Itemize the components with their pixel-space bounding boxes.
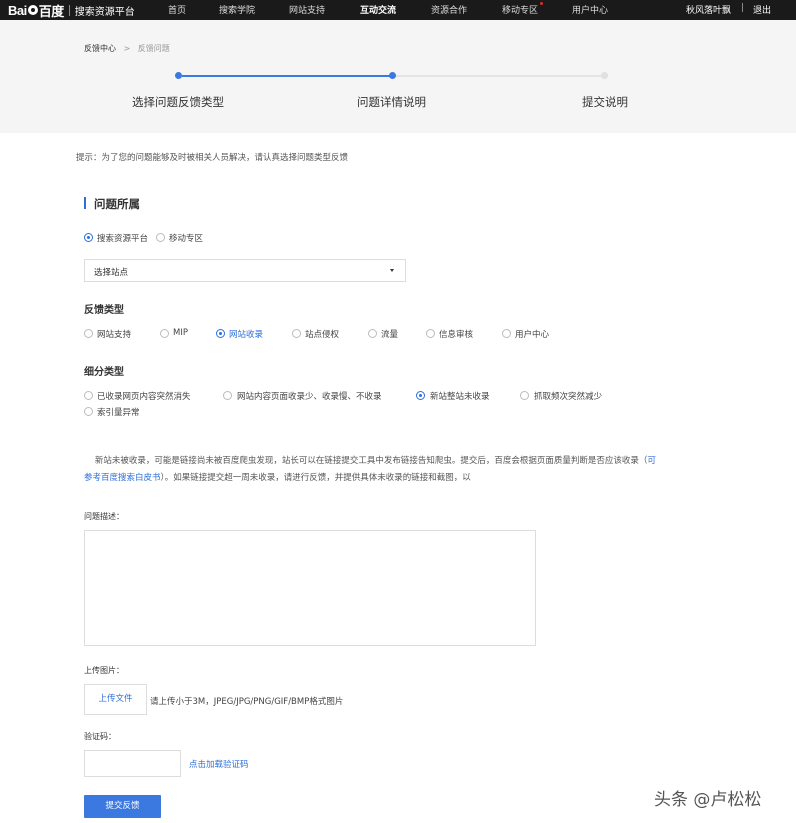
radio-feedback-traffic[interactable] <box>368 329 377 338</box>
step-2-label: 问题详情说明 <box>357 95 426 109</box>
paw-icon <box>27 5 38 15</box>
step-3-label: 提交说明 <box>582 95 628 109</box>
tip-text: 提示：为了您的问题能够及时被相关人员解决，请认真选择问题类型反馈 <box>76 153 349 163</box>
nav-item-resources[interactable]: 资源合作 <box>431 3 467 16</box>
top-nav: Bai 百度 搜索资源平台 首页 搜索学院 网站支持 互动交流 资源合作 移动专… <box>0 0 796 20</box>
radio-subtype-new-site-label[interactable]: 新站整站未收录 <box>430 390 490 402</box>
logout-link[interactable]: 退出 <box>753 3 771 16</box>
captcha-input[interactable] <box>84 750 181 777</box>
help-text-2: ）。如果链接提交超一周未收录，请进行反馈，并提供具体未收录的链接和截图，以 <box>160 473 471 483</box>
watermark: 头条 @卢松松 <box>654 790 762 810</box>
section-marker <box>84 197 86 209</box>
radio-subtype-slow-indexing[interactable] <box>223 391 232 400</box>
radio-subtype-crawl-drop-label[interactable]: 抓取频次突然减少 <box>534 390 602 402</box>
radio-feedback-infringement[interactable] <box>292 329 301 338</box>
load-captcha-link[interactable]: 点击加载验证码 <box>189 758 249 770</box>
nav-item-user-center[interactable]: 用户中心 <box>572 3 608 16</box>
site-select[interactable]: 选择站点 <box>84 259 406 282</box>
section-title: 问题所属 <box>94 197 140 211</box>
breadcrumb-home[interactable]: 反馈中心 <box>84 44 116 53</box>
submit-feedback-button[interactable]: 提交反馈 <box>84 795 161 818</box>
step-2-dot <box>389 72 396 79</box>
radio-feedback-infringement-label[interactable]: 站点侵权 <box>305 328 339 340</box>
upload-file-button[interactable]: 上传文件 <box>84 684 147 715</box>
help-text-1: 新站未被收录，可能是链接尚未被百度爬虫发现，站长可以在链接提交工具中发布链接告知… <box>94 456 648 466</box>
radio-feedback-indexing[interactable] <box>216 329 225 338</box>
step-1-dot <box>175 72 182 79</box>
breadcrumb: 反馈中心 > 反馈问题 <box>84 43 170 54</box>
radio-feedback-review-label[interactable]: 信息审核 <box>439 328 473 340</box>
radio-feedback-site-support-label[interactable]: 网站支持 <box>97 328 131 340</box>
baidu-logo[interactable]: Bai 百度 搜索资源平台 <box>8 2 135 19</box>
radio-subtype-index-abnormal[interactable] <box>84 407 93 416</box>
radio-subtype-slow-indexing-label[interactable]: 网站内容页面收录少、收录慢、不收录 <box>237 390 382 402</box>
step-progress-remaining <box>395 75 605 77</box>
breadcrumb-current: 反馈问题 <box>137 44 170 53</box>
nav-item-mobile[interactable]: 移动专区 <box>502 3 538 16</box>
logo-divider <box>68 4 70 16</box>
whitepaper-link-part-1[interactable]: 可 <box>647 456 656 466</box>
nav-separator: | <box>741 3 745 13</box>
logo-mark: Bai <box>8 2 27 18</box>
step-progress-done <box>182 75 392 77</box>
radio-feedback-mip-label[interactable]: MIP <box>173 328 188 338</box>
radio-feedback-indexing-label[interactable]: 网站收录 <box>229 328 263 340</box>
logo-mark-cn: 百度 <box>38 3 65 19</box>
radio-feedback-site-support[interactable] <box>84 329 93 338</box>
radio-feedback-user-center[interactable] <box>502 329 511 338</box>
radio-feedback-user-center-label[interactable]: 用户中心 <box>515 328 549 340</box>
step-3-dot <box>601 72 608 79</box>
captcha-label: 验证码： <box>84 732 116 741</box>
problem-description-label: 问题描述： <box>84 512 124 521</box>
caret-down-icon <box>390 269 394 272</box>
radio-subtype-content-lost[interactable] <box>84 391 93 400</box>
nav-item-home[interactable]: 首页 <box>168 3 186 16</box>
radio-subtype-new-site[interactable] <box>416 391 425 400</box>
radio-platform-search-label[interactable]: 搜索资源平台 <box>97 232 148 244</box>
help-paragraph: 新站未被收录，可能是链接尚未被百度爬虫发现，站长可以在链接提交工具中发布链接告知… <box>84 453 704 487</box>
nav-item-site-support[interactable]: 网站支持 <box>289 3 325 16</box>
platform-name: 搜索资源平台 <box>74 6 135 18</box>
radio-platform-search[interactable] <box>84 233 93 242</box>
radio-subtype-content-lost-label[interactable]: 已收录网页内容突然消失 <box>97 390 191 402</box>
radio-feedback-review[interactable] <box>426 329 435 338</box>
nav-item-academy[interactable]: 搜索学院 <box>219 3 255 16</box>
user-name[interactable]: 秋风落叶飘 <box>686 3 731 16</box>
radio-feedback-mip[interactable] <box>160 329 169 338</box>
radio-feedback-traffic-label[interactable]: 流量 <box>381 328 398 340</box>
problem-description-textarea[interactable] <box>84 530 536 646</box>
upload-label: 上传图片： <box>84 666 124 675</box>
upload-hint: 请上传小于3M，JPEG/JPG/PNG/GIF/BMP格式图片 <box>150 697 344 707</box>
radio-subtype-crawl-drop[interactable] <box>520 391 529 400</box>
radio-subtype-index-abnormal-label[interactable]: 索引量异常 <box>97 406 140 418</box>
step-1-label: 选择问题反馈类型 <box>132 95 224 109</box>
whitepaper-link[interactable]: 参考百度搜索白皮书 <box>84 473 161 483</box>
site-select-value: 选择站点 <box>94 268 129 278</box>
feedback-type-title: 反馈类型 <box>84 305 124 316</box>
radio-platform-mobile-label[interactable]: 移动专区 <box>169 232 203 244</box>
radio-platform-mobile[interactable] <box>156 233 165 242</box>
sub-type-title: 细分类型 <box>84 367 124 378</box>
notification-dot <box>540 2 543 5</box>
nav-item-interaction[interactable]: 互动交流 <box>360 3 396 16</box>
chevron-right-icon: > <box>123 44 131 53</box>
